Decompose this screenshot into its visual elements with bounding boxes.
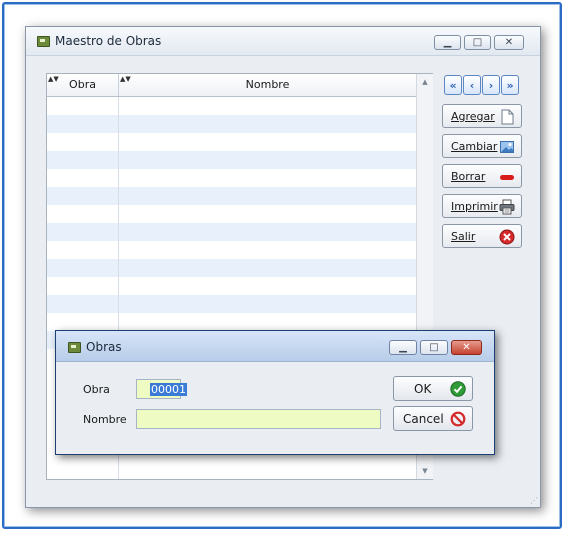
grid-header: ▲▼ Obra ▲▼ Nombre (47, 74, 416, 97)
nombre-field[interactable] (136, 409, 381, 429)
app-icon (37, 36, 50, 47)
column-header-obra-label: Obra (69, 78, 96, 91)
table-row[interactable] (47, 187, 416, 205)
check-circle-icon (450, 381, 466, 397)
table-row[interactable] (47, 313, 416, 331)
cancel-label: Cancel (403, 412, 444, 426)
sort-icon: ▲▼ (120, 75, 131, 83)
obra-value: 00001 (150, 383, 187, 396)
minus-icon (500, 175, 514, 180)
column-header-obra[interactable]: ▲▼ Obra (47, 74, 119, 96)
sort-icon: ▲▼ (48, 75, 59, 83)
nombre-label: Nombre (83, 413, 127, 426)
agregar-label: Agregar (451, 110, 495, 123)
table-row[interactable] (47, 151, 416, 169)
printer-icon (499, 199, 515, 215)
cambiar-label: Cambiar (451, 140, 498, 153)
no-entry-icon (450, 411, 466, 427)
cambiar-button[interactable]: Cambiar (442, 134, 522, 158)
table-row[interactable] (47, 277, 416, 295)
obra-label: Obra (83, 383, 110, 396)
minimize-icon: ▁ (399, 341, 407, 353)
document-icon (501, 109, 514, 125)
dialog-close-button[interactable]: ✕ (451, 340, 482, 355)
prev-record-button[interactable]: ‹ (463, 75, 481, 95)
imprimir-label: Imprimir (451, 200, 498, 213)
resize-grip-icon[interactable]: ⋰ (530, 497, 538, 505)
table-row[interactable] (47, 97, 416, 115)
borrar-button[interactable]: Borrar (442, 164, 522, 188)
close-button[interactable]: ✕ (494, 35, 524, 50)
dialog-minimize-button[interactable]: ▁ (389, 340, 417, 355)
table-row[interactable] (47, 205, 416, 223)
obras-dialog: Obras ▁ □ ✕ Obra 00001 Nombre OK Cancel (55, 330, 495, 455)
scroll-down-icon[interactable]: ▼ (417, 463, 433, 479)
first-record-button[interactable]: « (444, 75, 462, 95)
window-controls: ▁ □ ✕ (434, 35, 524, 50)
window-title: Maestro de Obras (55, 34, 162, 48)
maximize-icon: □ (429, 341, 439, 353)
next-icon: › (488, 78, 494, 92)
dialog-titlebar[interactable]: Obras ▁ □ ✕ (56, 331, 494, 362)
salir-label: Salir (451, 230, 476, 243)
obra-field[interactable]: 00001 (136, 379, 187, 399)
column-header-nombre-label: Nombre (245, 78, 290, 91)
dialog-maximize-button[interactable]: □ (420, 340, 448, 355)
close-icon: ✕ (462, 341, 471, 353)
close-circle-icon (499, 229, 515, 245)
last-icon: » (506, 78, 514, 92)
main-titlebar[interactable]: Maestro de Obras ▁ □ ✕ (26, 27, 540, 56)
table-row[interactable] (47, 169, 416, 187)
table-row[interactable] (47, 223, 416, 241)
prev-icon: ‹ (469, 78, 475, 92)
image-edit-icon (500, 141, 514, 153)
maximize-button[interactable]: □ (464, 35, 491, 50)
maximize-icon: □ (472, 36, 483, 48)
table-row[interactable] (47, 133, 416, 151)
minimize-icon: ▁ (443, 36, 452, 48)
record-navigation: « ‹ › » (444, 75, 519, 95)
next-record-button[interactable]: › (482, 75, 500, 95)
table-row[interactable] (47, 241, 416, 259)
dialog-title: Obras (86, 340, 122, 354)
cancel-button[interactable]: Cancel (393, 406, 473, 431)
scroll-up-icon[interactable]: ▲ (417, 74, 433, 90)
table-row[interactable] (47, 295, 416, 313)
minimize-button[interactable]: ▁ (434, 35, 461, 50)
last-record-button[interactable]: » (501, 75, 519, 95)
column-header-nombre[interactable]: ▲▼ Nombre (119, 74, 416, 96)
imprimir-button[interactable]: Imprimir (442, 194, 522, 218)
borrar-label: Borrar (451, 170, 486, 183)
ok-button[interactable]: OK (393, 376, 473, 401)
agregar-button[interactable]: Agregar (442, 104, 522, 128)
table-row[interactable] (47, 259, 416, 277)
table-row[interactable] (47, 115, 416, 133)
close-icon: ✕ (504, 36, 514, 48)
salir-button[interactable]: Salir (442, 224, 522, 248)
app-icon (68, 342, 81, 353)
dialog-window-controls: ▁ □ ✕ (389, 340, 482, 355)
ok-label: OK (414, 382, 432, 396)
first-icon: « (449, 78, 457, 92)
